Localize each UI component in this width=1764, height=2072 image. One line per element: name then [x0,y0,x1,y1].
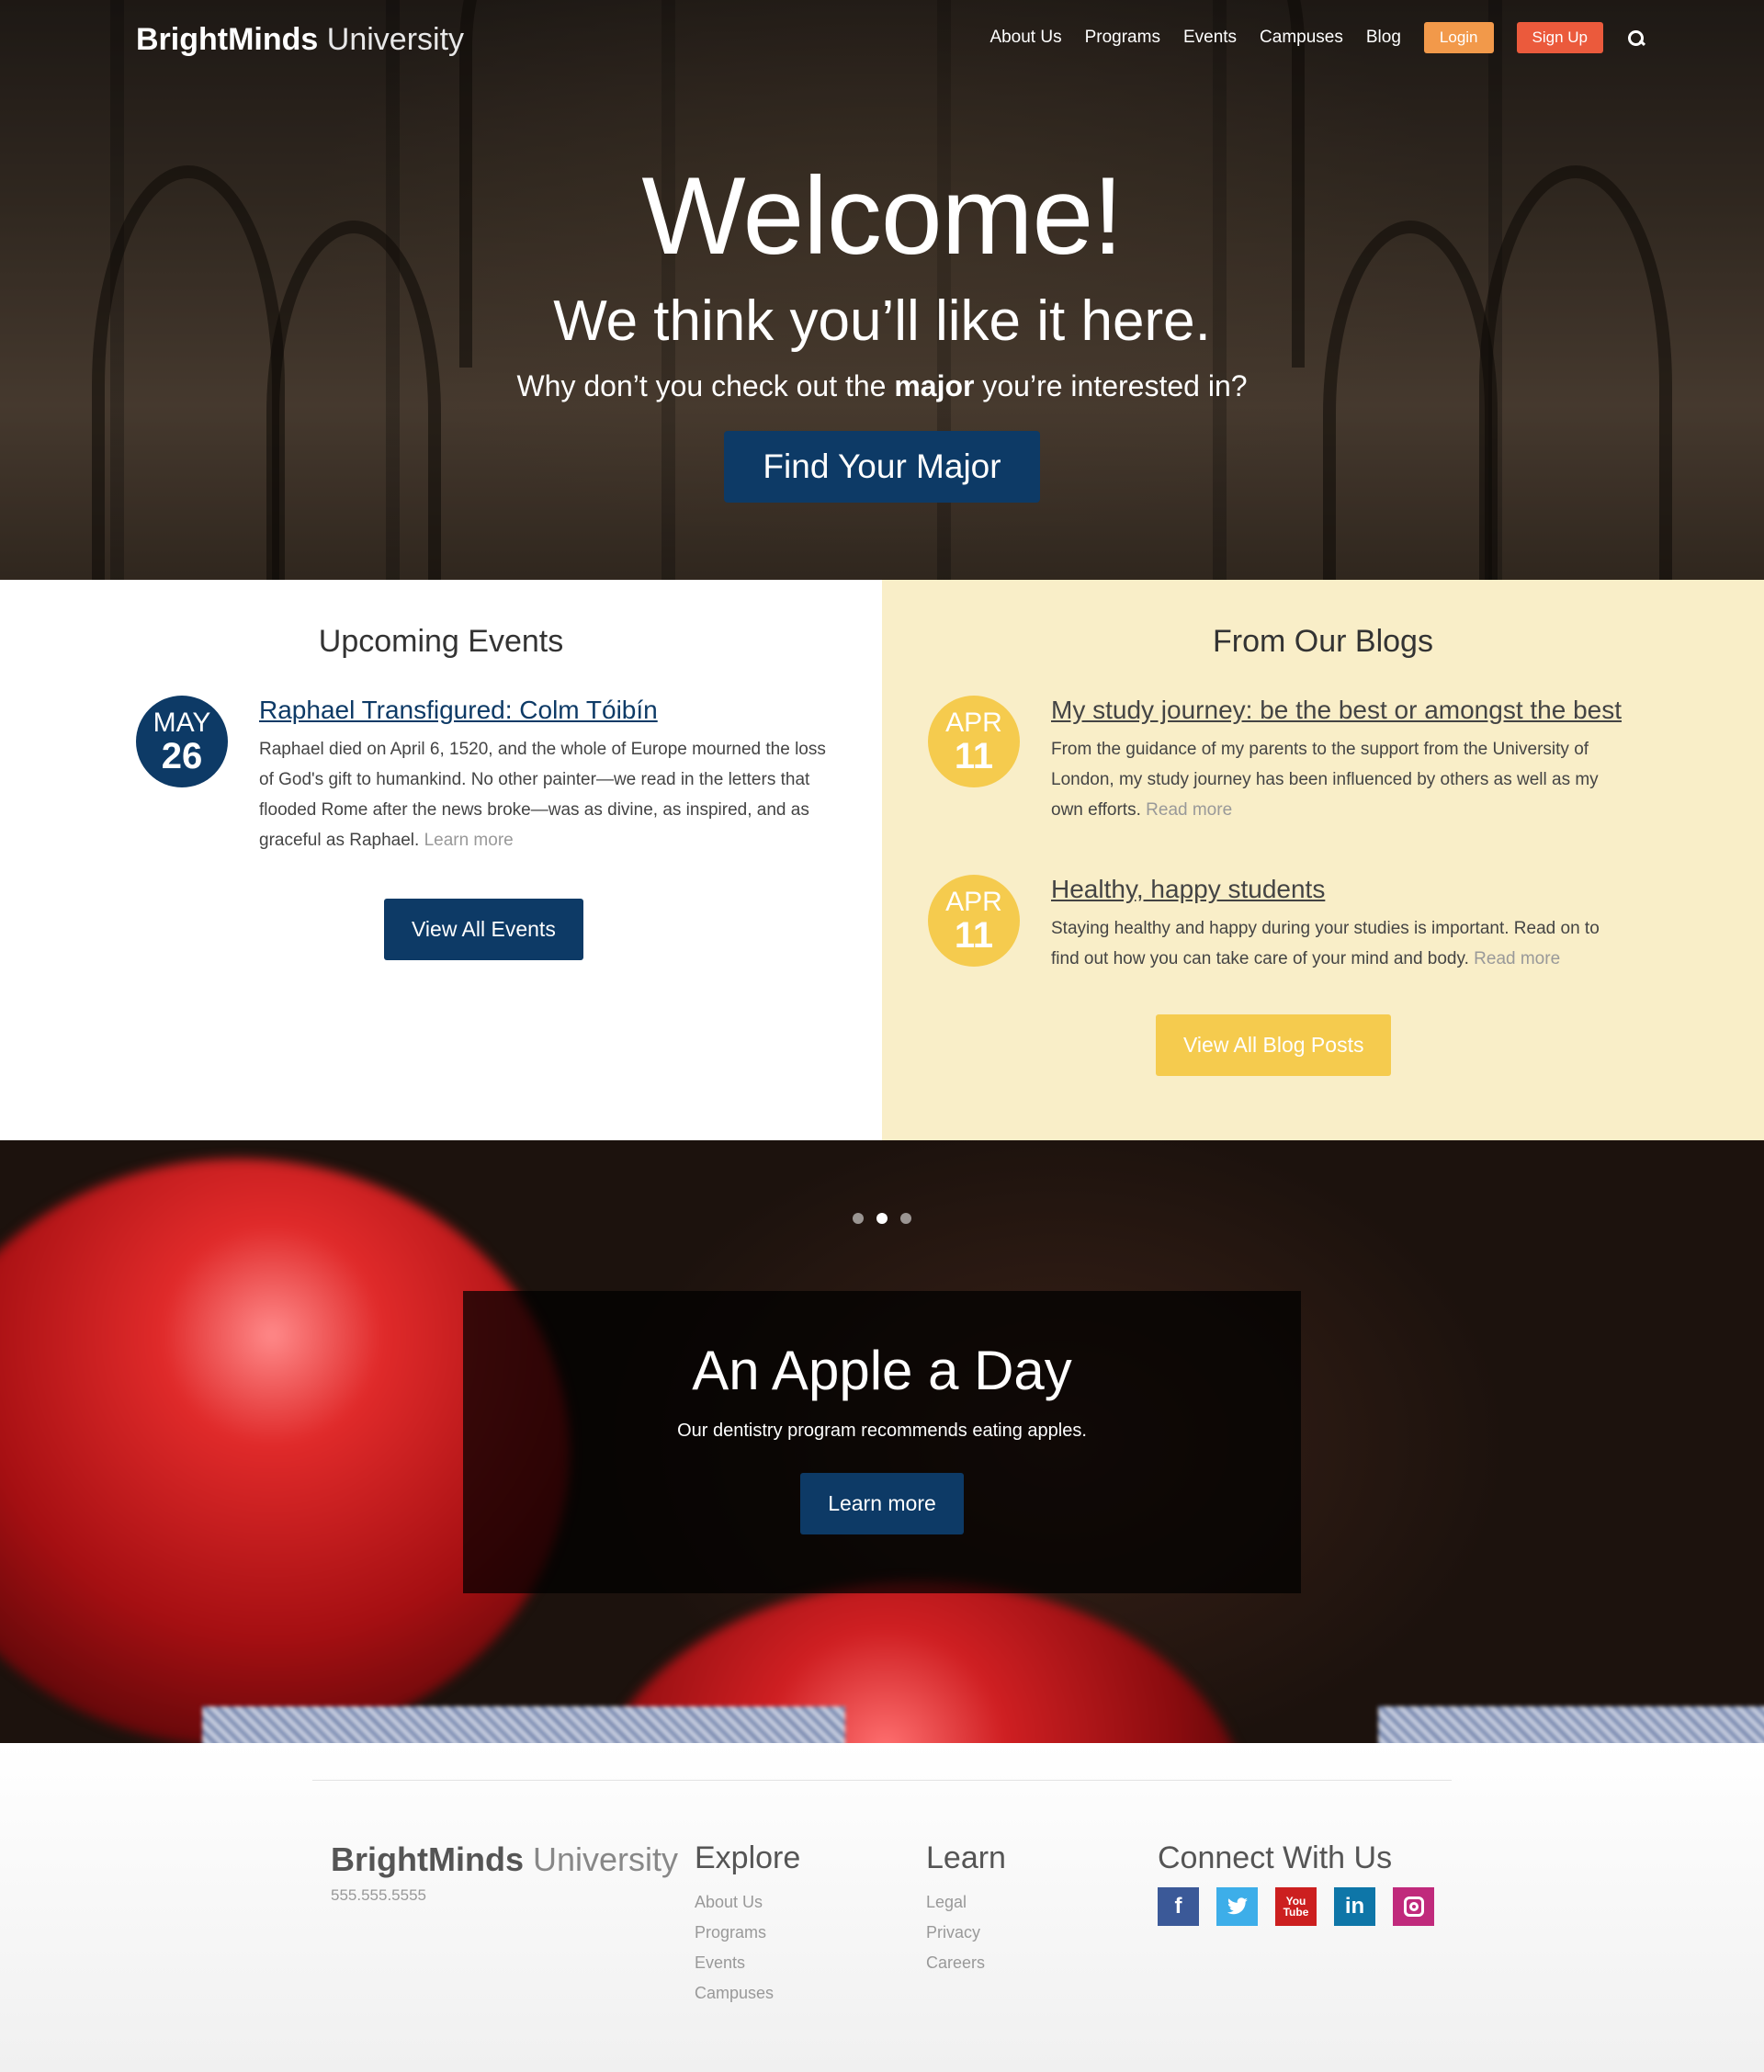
instagram-glyph [1403,1897,1424,1917]
event-title-link[interactable]: Raphael Transfigured: Colm Tóibín [259,696,838,725]
events-heading: Upcoming Events [318,624,564,659]
event-item: MAY 26 Raphael Transfigured: Colm Tóibín… [136,696,838,855]
blog-body: Healthy, happy students Staying healthy … [1051,875,1630,974]
footer-learn-column: Learn Legal Privacy Careers [926,1840,1006,1978]
hero-prompt-before: Why don’t you check out the [516,369,887,402]
footer-link-campuses[interactable]: Campuses [695,1978,800,2009]
hero-subtitle: We think you’ll like it here. [553,289,1211,353]
find-your-major-button[interactable]: Find Your Major [724,431,1040,503]
cloth-pattern [202,1706,845,1743]
blogs-column: From Our Blogs APR 11 My study journey: … [882,580,1764,1140]
blog-body: My study journey: be the best or amongst… [1051,696,1630,825]
youtube-icon[interactable]: You Tube [1275,1887,1317,1926]
slide-caption-box: An Apple a Day Our dentistry program rec… [463,1291,1301,1593]
upcoming-events-column: Upcoming Events MAY 26 Raphael Transfigu… [0,580,882,1140]
blog-description-text: From the guidance of my parents to the s… [1051,740,1599,820]
footer-learn-heading: Learn [926,1840,1006,1875]
blog-date-badge: APR 11 [928,875,1020,967]
nav-link-campuses[interactable]: Campuses [1260,28,1343,48]
facebook-icon[interactable]: f [1158,1887,1199,1926]
nav-link-blog[interactable]: Blog [1366,28,1401,48]
blog-read-more-link[interactable]: Read more [1146,800,1232,820]
instagram-icon[interactable] [1393,1887,1434,1926]
search-icon[interactable] [1626,28,1645,47]
view-all-events-button[interactable]: View All Events [384,899,583,960]
footer-connect-column: Connect With Us f You Tube in [1158,1840,1434,1926]
slide-text: Our dentistry program recommends eating … [677,1421,1087,1441]
event-description-text: Raphael died on April 6, 1520, and the w… [259,740,826,850]
slider-dot-active[interactable] [876,1213,888,1224]
event-month: MAY [153,708,211,738]
footer-explore-heading: Explore [695,1840,801,1875]
blog-title-link[interactable]: Healthy, happy students [1051,875,1630,904]
blogs-heading: From Our Blogs [1213,624,1433,659]
footer-link-events[interactable]: Events [695,1948,800,1978]
blog-title-link[interactable]: My study journey: be the best or amongst… [1051,696,1630,725]
signup-button[interactable]: Sign Up [1516,22,1603,53]
blog-read-more-link[interactable]: Read more [1474,949,1560,968]
hero-prompt-bold: major [894,369,975,402]
blog-description: From the guidance of my parents to the s… [1051,734,1630,825]
brand-logo[interactable]: BrightMinds University [136,22,464,58]
nav-link-events[interactable]: Events [1183,28,1237,48]
site-footer: BrightMinds University 555.555.5555 Expl… [0,1743,1764,2072]
footer-explore-column: Explore About Us Programs Events Campuse… [695,1840,800,2009]
linkedin-icon[interactable]: in [1334,1887,1375,1926]
event-learn-more-link[interactable]: Learn more [424,831,514,850]
blog-month: APR [945,887,1002,917]
promo-slider: An Apple a Day Our dentistry program rec… [0,1140,1764,1743]
slide-learn-more-button[interactable]: Learn more [800,1473,964,1534]
footer-link-programs[interactable]: Programs [695,1918,800,1948]
blog-description: Staying healthy and happy during your st… [1051,913,1630,974]
hero-section: BrightMinds University About Us Programs… [0,0,1764,580]
twitter-icon[interactable] [1216,1887,1258,1926]
footer-link-about-us[interactable]: About Us [695,1887,800,1918]
footer-link-legal[interactable]: Legal [926,1887,1006,1918]
footer-brand-bold: BrightMinds [331,1840,524,1878]
event-description: Raphael died on April 6, 1520, and the w… [259,734,838,855]
slider-dots [0,1212,1764,1228]
cloth-pattern [1378,1706,1764,1743]
view-all-blog-posts-button[interactable]: View All Blog Posts [1156,1014,1392,1076]
footer-phone: 555.555.5555 [331,1886,426,1904]
footer-brand-column: BrightMinds University 555.555.5555 [331,1840,678,1905]
footer-connect-heading: Connect With Us [1158,1840,1393,1875]
hero-content: Welcome! We think you’ll like it here. W… [0,147,1764,503]
hero-prompt: Why don’t you check out the major you’re… [0,369,1764,403]
hero-title: Welcome! [641,154,1123,277]
footer-link-privacy[interactable]: Privacy [926,1918,1006,1948]
slider-dot[interactable] [852,1213,864,1224]
twitter-bird-glyph [1227,1897,1248,1915]
nav-menu: About Us Programs Events Campuses Blog L… [967,22,1645,53]
slide-title: An Apple a Day [692,1340,1072,1401]
events-blogs-section: Upcoming Events MAY 26 Raphael Transfigu… [0,580,1764,1140]
blog-day: 11 [954,915,994,956]
footer-link-careers[interactable]: Careers [926,1948,1006,1978]
footer-divider [312,1780,1452,1781]
event-day: 26 [161,736,203,776]
event-date-badge: MAY 26 [136,696,228,787]
blog-month: APR [945,708,1002,738]
social-links: f You Tube in [1158,1887,1434,1926]
event-body: Raphael Transfigured: Colm Tóibín Raphae… [259,696,838,855]
footer-brand-light: University [533,1840,679,1878]
brand-name-light: University [326,22,465,57]
top-navbar: BrightMinds University About Us Programs… [0,0,1764,83]
brand-name-bold: BrightMinds [136,22,319,57]
nav-link-programs[interactable]: Programs [1085,28,1160,48]
login-button[interactable]: Login [1423,22,1494,53]
blog-item: APR 11 My study journey: be the best or … [928,696,1630,825]
slider-dot[interactable] [900,1213,912,1224]
blog-item: APR 11 Healthy, happy students Staying h… [928,875,1630,974]
blog-day: 11 [954,736,994,776]
blog-date-badge: APR 11 [928,696,1020,787]
footer-brand[interactable]: BrightMinds University [331,1840,678,1879]
hero-prompt-after: you’re interested in? [982,369,1248,402]
nav-link-about-us[interactable]: About Us [989,28,1061,48]
